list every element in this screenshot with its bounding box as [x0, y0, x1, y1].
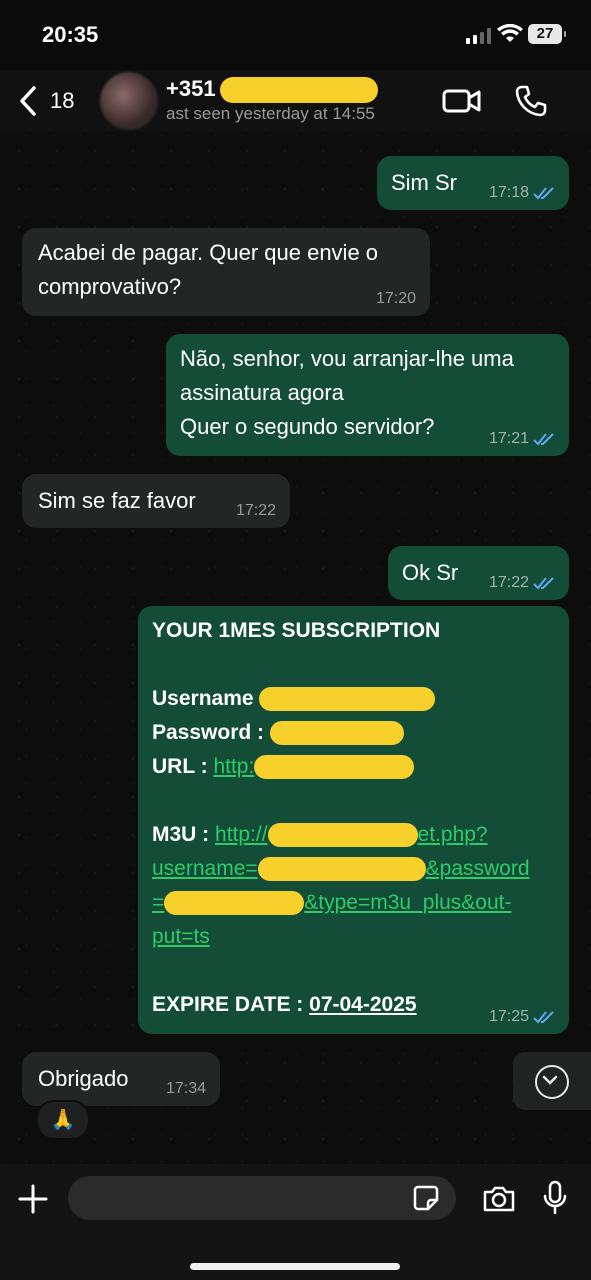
message-time: 17:25: [488, 1008, 529, 1025]
username-label: Username: [152, 687, 254, 710]
double-check-icon: [533, 433, 554, 446]
camera-icon[interactable]: [482, 1184, 516, 1214]
message-text: Sim se faz favor: [38, 488, 196, 513]
username-line: Username: [152, 682, 562, 716]
m3u-link-part[interactable]: username=: [152, 857, 258, 880]
m3u-link-part[interactable]: put=ts: [152, 925, 210, 948]
message-meta: 17:22: [236, 502, 276, 520]
m3u-line: M3U : http:// et.php?: [152, 818, 562, 852]
sticker-icon[interactable]: [412, 1184, 440, 1212]
contact-name[interactable]: +351: [166, 76, 216, 102]
message-text: Acabei de pagar. Quer que envie o compro…: [38, 240, 379, 299]
avatar[interactable]: [100, 72, 158, 130]
message-bubble-incoming[interactable]: Acabei de pagar. Quer que envie o compro…: [22, 228, 430, 316]
message-time: 17:22: [488, 574, 529, 591]
message-time: 17:18: [488, 184, 529, 201]
m3u-link-part[interactable]: et.php?: [418, 823, 488, 846]
microphone-icon[interactable]: [542, 1180, 568, 1216]
chat-header: 18 +351 ast seen yesterday at 14:55: [0, 70, 591, 132]
home-indicator: [190, 1263, 400, 1270]
message-meta: 17:20: [376, 290, 416, 308]
m3u-link-part[interactable]: &type=m3u_plus&out-: [304, 891, 511, 914]
wifi-icon: [497, 24, 523, 42]
redaction-mark: [257, 857, 426, 882]
m3u-label: M3U :: [152, 823, 210, 846]
m3u-link-part[interactable]: =: [152, 891, 164, 914]
redaction-mark: [259, 687, 436, 712]
message-meta: 17:21: [489, 430, 555, 448]
chevron-left-icon[interactable]: [16, 84, 40, 118]
video-camera-icon[interactable]: [442, 86, 482, 116]
m3u-line-4: put=ts: [152, 920, 562, 954]
redaction-mark: [220, 77, 378, 103]
last-seen-status: ast seen yesterday at 14:55: [166, 104, 375, 123]
message-meta: 17:34: [166, 1080, 206, 1098]
double-check-icon: [533, 187, 554, 200]
battery-indicator: 27: [528, 24, 566, 44]
double-check-icon: [533, 1011, 554, 1024]
chevron-down-circle-icon: [535, 1065, 569, 1099]
phone-icon[interactable]: [514, 84, 548, 118]
expire-label: EXPIRE DATE :: [152, 993, 304, 1016]
reaction-badge[interactable]: 🙏: [36, 1100, 90, 1140]
redaction-mark: [254, 755, 415, 780]
message-meta: 17:22: [489, 574, 555, 592]
redaction-mark: [267, 823, 418, 848]
scroll-to-bottom-button[interactable]: [513, 1052, 591, 1110]
message-time: 17:22: [235, 502, 276, 519]
message-bubble-incoming[interactable]: Sim se faz favor 17:22: [22, 474, 290, 528]
message-text: Obrigado: [38, 1066, 129, 1091]
expire-date: 07-04-2025: [309, 993, 417, 1016]
subscription-title: YOUR 1MES SUBSCRIPTION: [152, 619, 441, 642]
message-bubble-outgoing[interactable]: YOUR 1MES SUBSCRIPTION Username Password…: [138, 606, 569, 1034]
m3u-link[interactable]: http://: [215, 823, 268, 846]
message-bubble-outgoing[interactable]: Ok Sr 17:22: [388, 546, 569, 600]
m3u-link-part[interactable]: &password: [426, 857, 530, 880]
status-time: 20:35: [42, 22, 99, 47]
m3u-line-2: username= &password: [152, 852, 562, 886]
status-bar: 20:35 27: [0, 0, 591, 70]
unread-count[interactable]: 18: [50, 88, 74, 114]
url-link[interactable]: http:: [213, 755, 254, 778]
message-bubble-outgoing[interactable]: Sim Sr 17:18: [377, 156, 569, 210]
cellular-signal-icon: [466, 28, 492, 44]
password-line: Password :: [152, 716, 562, 750]
double-check-icon: [533, 577, 554, 590]
message-bubble-incoming[interactable]: Obrigado 17:34: [22, 1052, 220, 1106]
message-text: Não, senhor, vou arranjar-lhe uma assina…: [180, 346, 514, 439]
password-label: Password :: [152, 721, 265, 744]
chat-area[interactable]: Sim Sr 17:18 Acabei de pagar. Quer que e…: [0, 132, 591, 1164]
message-bubble-outgoing[interactable]: Não, senhor, vou arranjar-lhe uma assina…: [166, 334, 569, 456]
plus-icon[interactable]: [18, 1184, 48, 1214]
message-meta: 17:18: [489, 184, 555, 202]
message-text: Sim Sr: [391, 170, 457, 195]
url-line: URL : http:: [152, 750, 562, 784]
message-time: 17:21: [488, 430, 529, 447]
message-time: 17:20: [375, 290, 416, 307]
message-input[interactable]: [68, 1176, 456, 1220]
message-text: Ok Sr: [402, 560, 459, 585]
url-label: URL :: [152, 755, 208, 778]
redaction-mark: [164, 891, 305, 916]
message-meta: 17:25: [489, 1008, 555, 1026]
m3u-line-3: = &type=m3u_plus&out-: [152, 886, 562, 920]
message-time: 17:34: [165, 1080, 206, 1097]
composer-bar: [0, 1164, 591, 1280]
redaction-mark: [269, 721, 404, 746]
